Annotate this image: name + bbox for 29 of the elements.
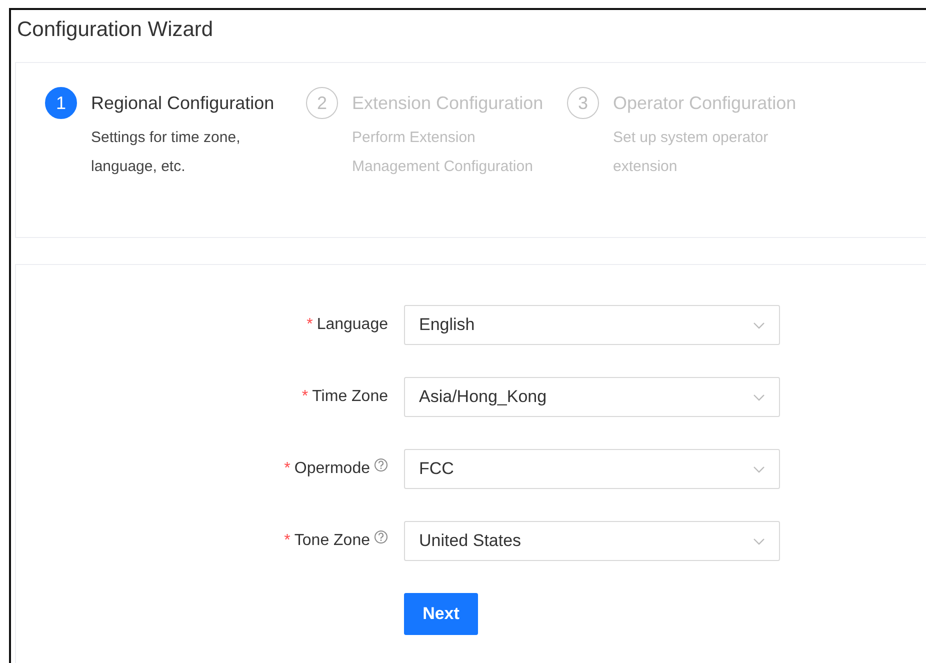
window-title: Configuration Wizard <box>11 10 926 60</box>
select-field[interactable]: English <box>404 305 780 345</box>
field-label: Time Zone <box>312 388 388 406</box>
help-icon[interactable] <box>374 458 388 472</box>
field-label: Opermode <box>294 460 370 478</box>
select-field[interactable]: FCC <box>404 449 780 489</box>
chevron-down-icon <box>753 394 765 400</box>
required-mark: * <box>302 388 308 406</box>
next-button[interactable]: Next <box>404 593 478 635</box>
help-icon[interactable] <box>374 530 388 544</box>
required-mark: * <box>284 460 290 478</box>
step-description: Perform Extension Management Configuration <box>352 128 534 177</box>
step-number: 1 <box>45 87 77 119</box>
required-mark: * <box>306 316 313 334</box>
field-label: Language <box>316 316 388 334</box>
select-field[interactable]: Asia/Hong_Kong <box>404 377 780 417</box>
step-description: Settings for time zone, language, etc. <box>91 128 242 177</box>
step-number: 2 <box>306 87 338 119</box>
field-label: Tone Zone <box>294 532 370 550</box>
select-field[interactable]: United States <box>404 521 780 561</box>
step-number: 3 <box>567 87 599 119</box>
chevron-down-icon <box>753 538 765 544</box>
required-mark: * <box>284 532 290 550</box>
step-title: Regional Configuration <box>91 92 276 115</box>
chevron-down-icon <box>753 466 765 472</box>
step-title: Extension Configuration <box>352 92 544 115</box>
step-description: Set up system operator extension <box>613 128 770 177</box>
step-title: Operator Configuration <box>613 92 798 115</box>
chevron-down-icon <box>753 322 765 328</box>
